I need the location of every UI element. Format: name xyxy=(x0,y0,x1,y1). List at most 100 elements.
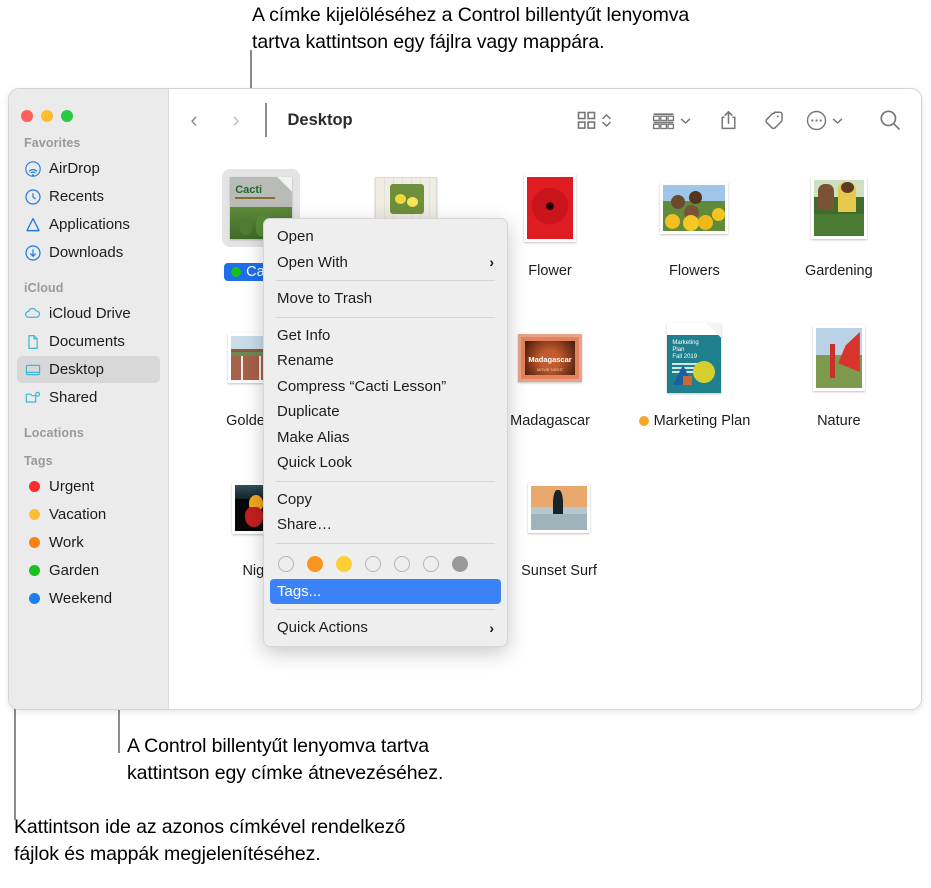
yellow-tag-swatch[interactable] xyxy=(336,555,352,572)
share-icon xyxy=(719,110,738,131)
menu-item-label: Duplicate xyxy=(277,403,340,421)
sidebar-item-tag-vacation[interactable]: Vacation xyxy=(17,501,160,528)
chevron-down-icon xyxy=(832,113,843,128)
menu-separator xyxy=(276,542,495,544)
menu-item-label: Open xyxy=(277,228,314,246)
sidebar-section-favorites: Favorites xyxy=(24,136,81,150)
menu-item-move-to-trash[interactable]: Move to Trash xyxy=(264,286,507,312)
file-thumbnail-wrap: Madagascar MOVIE NIGHT xyxy=(518,309,583,407)
menu-item-quick-actions[interactable]: Quick Actions › xyxy=(264,615,507,641)
file-item-gardening[interactable]: Gardening xyxy=(767,159,911,309)
menu-item-compress[interactable]: Compress “Cacti Lesson” xyxy=(264,374,507,400)
menu-item-tags[interactable]: Tags... xyxy=(270,578,501,604)
sidebar-item-shared[interactable]: Shared xyxy=(17,384,160,411)
gray-tag-swatch[interactable] xyxy=(452,555,468,572)
back-button[interactable]: ‹ xyxy=(179,105,209,135)
sidebar-item-documents[interactable]: Documents xyxy=(17,328,160,355)
file-label[interactable]: Madagascar xyxy=(510,413,590,429)
sidebar-item-tag-work[interactable]: Work xyxy=(17,529,160,556)
sidebar-item-tag-urgent[interactable]: Urgent xyxy=(17,473,160,500)
purple-tag-swatch[interactable] xyxy=(423,555,439,572)
sidebar-item-label: Recents xyxy=(49,188,105,205)
menu-item-share[interactable]: Share… xyxy=(264,512,507,538)
file-item-marketing-plan[interactable]: Marketing Plan Fall 2019 Marketing Plan xyxy=(622,309,766,459)
downloads-icon xyxy=(24,244,41,261)
marketing-plan-doc-thumb: Marketing Plan Fall 2019 xyxy=(667,323,722,393)
sidebar-item-icloud-drive[interactable]: iCloud Drive xyxy=(17,300,160,327)
sidebar-item-label: Applications xyxy=(49,216,130,233)
menu-item-label: Make Alias xyxy=(277,428,350,446)
sidebar-item-applications[interactable]: Applications xyxy=(17,211,160,238)
file-label[interactable]: Sunset Surf xyxy=(521,563,597,579)
view-options-button[interactable] xyxy=(577,111,612,130)
sidebar-item-airdrop[interactable]: AirDrop xyxy=(17,155,160,182)
menu-item-label: Get Info xyxy=(277,326,331,344)
applications-icon xyxy=(24,216,41,233)
zoom-button[interactable] xyxy=(61,110,73,122)
menu-item-duplicate[interactable]: Duplicate xyxy=(264,399,507,425)
sort-chevrons-icon xyxy=(601,111,612,130)
file-thumbnail-wrap xyxy=(810,159,867,257)
menu-item-label: Tags... xyxy=(277,582,322,600)
callout-caption-bottom: Kattintson ide az azonos címkével rendel… xyxy=(14,816,406,865)
sidebar-item-downloads[interactable]: Downloads xyxy=(17,239,160,266)
file-label[interactable]: Nature xyxy=(817,413,861,429)
more-actions-button[interactable] xyxy=(806,110,843,131)
menu-item-quick-look[interactable]: Quick Look xyxy=(264,450,507,476)
menu-item-label: Rename xyxy=(277,352,334,370)
sidebar-section-icloud: iCloud xyxy=(24,281,64,295)
sidebar-item-label: Documents xyxy=(49,333,125,350)
sidebar-item-tag-weekend[interactable]: Weekend xyxy=(17,585,160,612)
madagascar-thumb: Madagascar MOVIE NIGHT xyxy=(518,334,583,382)
file-name: Sunset Surf xyxy=(521,563,597,579)
file-label[interactable]: Flower xyxy=(528,263,572,279)
more-actions-icon xyxy=(806,110,827,131)
no-tag-swatch[interactable] xyxy=(278,555,294,572)
file-item-flowers[interactable]: Flowers xyxy=(622,159,766,309)
forward-button[interactable]: › xyxy=(221,105,251,135)
nature-red-thumb xyxy=(812,325,865,391)
menu-item-open-with[interactable]: Open With › xyxy=(264,250,507,276)
file-item-nature[interactable]: Nature xyxy=(767,309,911,459)
menu-item-rename[interactable]: Rename xyxy=(264,348,507,374)
orange-tag-swatch[interactable] xyxy=(307,555,323,572)
toolbar-divider xyxy=(265,103,267,137)
file-label[interactable]: Flowers xyxy=(669,263,720,279)
file-thumbnail-wrap xyxy=(524,159,577,257)
chevron-down-icon xyxy=(680,113,691,128)
tag-dot-icon xyxy=(24,562,41,579)
file-name: Nature xyxy=(817,413,861,429)
sidebar-item-tag-garden[interactable]: Garden xyxy=(17,557,160,584)
group-by-button[interactable] xyxy=(652,111,691,130)
tag-dot-icon xyxy=(638,416,649,426)
tag-dot-icon xyxy=(24,478,41,495)
file-name: Madagascar xyxy=(510,413,590,429)
blue-tag-swatch[interactable] xyxy=(394,555,410,572)
sunflowers-people-thumb xyxy=(660,182,729,234)
menu-item-label: Copy xyxy=(277,490,313,508)
file-label[interactable]: Marketing Plan xyxy=(638,413,750,429)
red-flower-thumb xyxy=(524,174,577,242)
sidebar-item-label: iCloud Drive xyxy=(49,305,131,322)
sidebar-item-desktop[interactable]: Desktop xyxy=(17,356,160,383)
share-button[interactable] xyxy=(719,110,738,131)
callout-caption-top: A címke kijelöléséhez a Control billenty… xyxy=(252,4,690,53)
page-title: Desktop xyxy=(287,110,353,129)
file-thumbnail-wrap: Marketing Plan Fall 2019 xyxy=(667,309,722,407)
minimize-button[interactable] xyxy=(41,110,53,122)
menu-item-open[interactable]: Open xyxy=(264,224,507,250)
file-thumbnail-wrap xyxy=(660,159,729,257)
menu-item-copy[interactable]: Copy xyxy=(264,487,507,513)
sidebar-item-label: AirDrop xyxy=(49,160,100,177)
green-tag-swatch[interactable] xyxy=(365,555,381,572)
tag-button[interactable] xyxy=(762,110,784,130)
screenshot-root: A címke kijelöléséhez a Control billenty… xyxy=(0,0,931,888)
file-thumbnail-wrap xyxy=(528,459,590,557)
menu-item-get-info[interactable]: Get Info xyxy=(264,323,507,349)
search-button[interactable] xyxy=(879,109,901,131)
sidebar-item-recents[interactable]: Recents xyxy=(17,183,160,210)
menu-item-make-alias[interactable]: Make Alias xyxy=(264,425,507,451)
file-label[interactable]: Gardening xyxy=(805,263,873,279)
menu-item-label: Compress “Cacti Lesson” xyxy=(277,377,447,395)
close-button[interactable] xyxy=(21,110,33,122)
